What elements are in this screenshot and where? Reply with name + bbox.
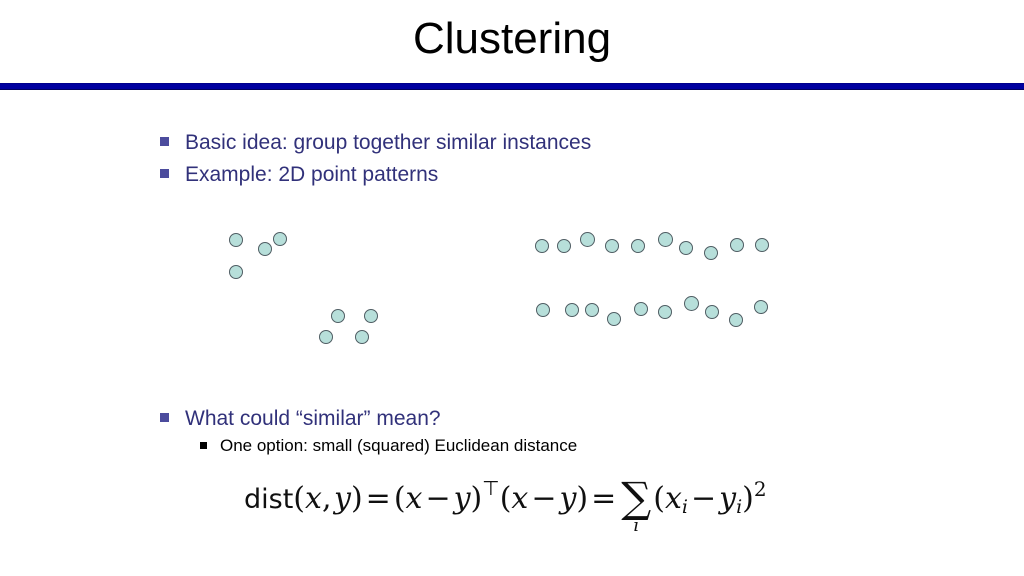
data-point bbox=[355, 330, 369, 344]
data-point bbox=[535, 239, 549, 253]
data-point bbox=[754, 300, 768, 314]
formula-close-paren: ) bbox=[742, 481, 754, 516]
square-bullet-icon bbox=[160, 169, 169, 178]
formula-var-x: x bbox=[305, 481, 322, 516]
data-point bbox=[258, 242, 272, 256]
data-point bbox=[684, 296, 699, 311]
list-item: One option: small (squared) Euclidean di… bbox=[200, 434, 980, 458]
formula-var-x: x bbox=[664, 481, 682, 516]
data-point bbox=[331, 309, 345, 323]
formula-var-x: x bbox=[511, 481, 529, 516]
formula-open-paren: ( bbox=[293, 481, 306, 516]
data-point bbox=[229, 233, 243, 247]
bullet-label: Example: 2D point patterns bbox=[185, 163, 439, 186]
data-point bbox=[658, 305, 672, 319]
sub-bullet-list: One option: small (squared) Euclidean di… bbox=[200, 434, 980, 458]
title-area: Clustering bbox=[0, 14, 1024, 65]
bullet-list: Basic idea: group together similar insta… bbox=[160, 127, 980, 191]
data-point bbox=[273, 232, 287, 246]
slide: Clustering Basic idea: group together si… bbox=[0, 0, 1024, 576]
formula-dist-label: dist bbox=[244, 484, 294, 515]
question-label: What could “similar” mean? bbox=[185, 407, 441, 430]
formula-var-x: x bbox=[405, 481, 423, 516]
formula-transpose: ⊤ bbox=[482, 476, 500, 500]
data-point bbox=[229, 265, 243, 279]
formula-summation: ∑ i bbox=[621, 473, 652, 537]
bullet-label: Basic idea: group together similar insta… bbox=[185, 131, 592, 154]
data-point bbox=[605, 239, 619, 253]
formula-open-paren: ( bbox=[393, 481, 406, 516]
data-point bbox=[634, 302, 648, 316]
list-item: Example: 2D point patterns bbox=[160, 159, 980, 190]
formula-open-paren: ( bbox=[653, 481, 665, 516]
data-point bbox=[364, 309, 378, 323]
data-point bbox=[730, 238, 744, 252]
data-point bbox=[319, 330, 333, 344]
formula-comma: , bbox=[321, 481, 332, 516]
data-point bbox=[631, 239, 645, 253]
data-point bbox=[679, 241, 693, 255]
data-point bbox=[585, 303, 599, 317]
sub-bullet-label: One option: small (squared) Euclidean di… bbox=[220, 436, 578, 455]
sigma-icon: ∑ bbox=[621, 473, 652, 522]
formula-minus: − bbox=[531, 481, 557, 516]
formula-var-y: y bbox=[453, 481, 471, 516]
formula-minus: − bbox=[425, 481, 451, 516]
formula-var-y: y bbox=[334, 481, 351, 516]
list-item: What could “similar” mean? bbox=[160, 403, 980, 434]
formula-equals: = bbox=[365, 481, 391, 516]
formula-exponent: 2 bbox=[753, 477, 767, 501]
data-point bbox=[536, 303, 550, 317]
question-bullet: What could “similar” mean? bbox=[160, 403, 980, 435]
distance-formula: dist(x, y) = (x − y)⊤(x − y) = ∑ i (xi − yi)2 bbox=[244, 473, 767, 537]
data-point bbox=[729, 313, 743, 327]
data-point bbox=[580, 232, 595, 247]
data-point bbox=[565, 303, 579, 317]
list-item: Basic idea: group together similar insta… bbox=[160, 127, 980, 158]
data-point bbox=[557, 239, 571, 253]
data-point bbox=[755, 238, 769, 252]
formula-close-paren: ) bbox=[350, 481, 363, 516]
square-bullet-icon bbox=[160, 413, 169, 422]
formula-equals: = bbox=[591, 481, 617, 516]
square-bullet-icon bbox=[160, 137, 169, 146]
formula-var-y: y bbox=[559, 481, 577, 516]
formula-close-paren: ) bbox=[470, 481, 483, 516]
square-bullet-icon bbox=[200, 442, 207, 449]
formula-open-paren: ( bbox=[499, 481, 512, 516]
formula-sum-index: i bbox=[633, 515, 640, 536]
data-point bbox=[658, 232, 673, 247]
title-divider-rule bbox=[0, 83, 1024, 90]
data-point bbox=[607, 312, 621, 326]
formula-close-paren: ) bbox=[576, 481, 589, 516]
formula-minus: − bbox=[690, 481, 717, 516]
formula-var-y: y bbox=[719, 481, 737, 516]
page-title: Clustering bbox=[412, 14, 612, 63]
data-point bbox=[704, 246, 718, 260]
data-point bbox=[705, 305, 719, 319]
